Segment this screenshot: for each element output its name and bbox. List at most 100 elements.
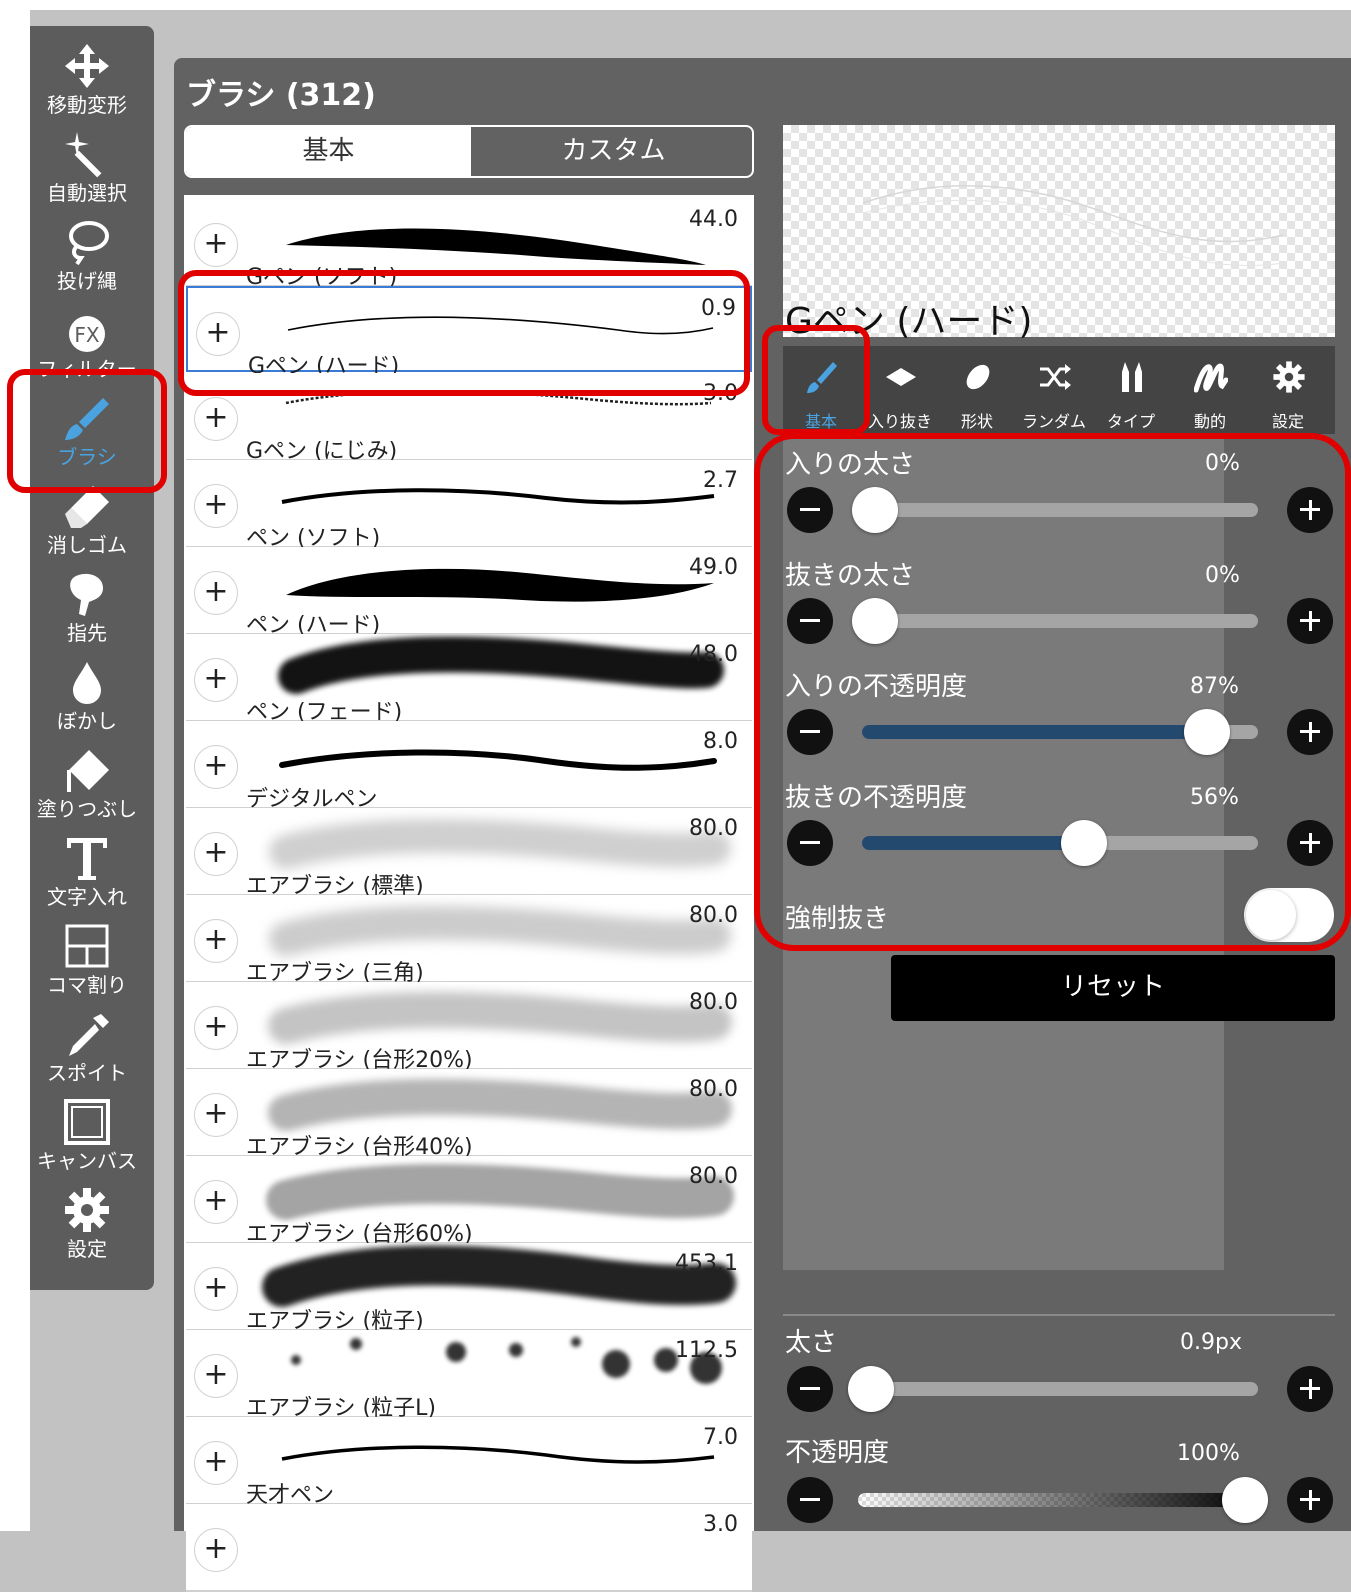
tab-shape[interactable]: 形状 [942,346,1012,434]
opacity-slider-knob[interactable] [1222,1477,1268,1523]
add-brush-button[interactable]: + [194,1180,238,1224]
size-slider-track[interactable] [848,1366,1258,1412]
brush-row[interactable]: +3.0 [186,1504,752,1592]
brush-size: 48.0 [689,642,738,667]
brush-row[interactable]: +80.0 エアブラシ (標準) [186,808,752,899]
add-brush-button[interactable]: + [194,1528,238,1572]
opacity-slider-track[interactable] [858,1477,1268,1523]
brush-row[interactable]: +48.0 ペン (フェード) [186,634,752,725]
add-brush-button[interactable]: + [194,745,238,789]
add-brush-button[interactable]: + [194,919,238,963]
tool-lasso[interactable]: 投げ縄 [30,216,144,304]
tool-label: 移動変形 [47,93,127,117]
tool-blur[interactable]: ぼかし [30,656,144,744]
left-margin [0,0,30,1531]
panel-title: ブラシ (312) [186,78,376,113]
brush-size: 8.0 [703,729,738,754]
brush-row[interactable]: +2.7 ペン (ソフト) [186,460,752,551]
taper-icon [886,368,916,386]
type-icon [1122,362,1142,392]
add-brush-button[interactable]: + [194,1441,238,1485]
tool-fill[interactable]: 塗りつぶし [30,744,144,832]
tab-label: 設定 [1271,412,1304,431]
tool-frame-divider[interactable]: コマ割り [30,920,144,1008]
add-brush-button[interactable]: + [194,571,238,615]
frame-divider-icon [65,924,109,968]
size-decrease-button[interactable] [787,1366,833,1412]
brush-size: 80.0 [689,903,738,928]
segment-basic[interactable]: 基本 [186,127,471,176]
tab-random[interactable]: ランダム [1019,346,1089,434]
tool-label: 投げ縄 [57,269,117,293]
brush-size: 80.0 [689,990,738,1015]
tab-type[interactable]: タイプ [1096,346,1166,434]
brush-row[interactable]: +453.1 エアブラシ (粒子) [186,1243,752,1334]
highlight-brush-tool [7,369,167,493]
tool-label: 消しゴム [47,533,127,557]
add-brush-button[interactable]: + [194,1354,238,1398]
add-brush-button[interactable]: + [194,397,238,441]
tab-settings[interactable]: 設定 [1253,346,1323,434]
add-brush-button[interactable]: + [194,832,238,876]
brush-size: 112.5 [675,1338,738,1363]
tool-auto-select[interactable]: 自動選択 [30,128,144,216]
tab-dynamics[interactable]: 動的 [1175,346,1245,434]
opacity-label: 不透明度 [785,1438,890,1468]
tool-label: 文字入れ [47,885,127,909]
size-label: 太さ [785,1328,838,1358]
brush-row[interactable]: +8.0 デジタルペン [186,721,752,812]
size-slider-knob[interactable] [848,1366,894,1412]
brush-stroke-preview [186,1504,752,1590]
brush-size: 7.0 [703,1425,738,1450]
opacity-increase-button[interactable] [1287,1477,1333,1523]
brush-row[interactable]: +112.5 エアブラシ (粒子L) [186,1330,752,1421]
divider [783,1314,1335,1316]
opacity-value: 100% [1177,1441,1240,1466]
smudge-finger-icon [70,573,103,616]
shape-icon [966,364,990,390]
brush-row[interactable]: +49.0 ペン (ハード) [186,547,752,638]
shuffle-icon [1040,364,1071,390]
add-brush-button[interactable]: + [194,1267,238,1311]
size-increase-button[interactable] [1287,1366,1333,1412]
tool-canvas[interactable]: キャンバス [30,1096,144,1184]
reset-button[interactable]: リセット [891,955,1335,1021]
brush-row[interactable]: +80.0 エアブラシ (三角) [186,895,752,986]
top-margin [0,0,1351,10]
brush-row[interactable]: +80.0 エアブラシ (台形20%) [186,982,752,1073]
add-brush-button[interactable]: + [194,1006,238,1050]
tool-move[interactable]: 移動変形 [30,40,144,128]
highlight-basic-tab [762,325,870,435]
add-brush-button[interactable]: + [194,658,238,702]
fill-bucket-icon [67,750,109,792]
tool-label: 設定 [67,1237,107,1261]
brush-category-segment: 基本 カスタム [184,125,754,178]
brush-size: 80.0 [689,816,738,841]
opacity-decrease-button[interactable] [787,1477,833,1523]
brush-row[interactable]: +80.0 エアブラシ (台形60%) [186,1156,752,1247]
lasso-icon [69,221,109,266]
tool-label: 自動選択 [47,181,127,205]
tool-eyedropper[interactable]: スポイト [30,1008,144,1096]
gear-icon [65,1188,109,1232]
highlight-settings [754,433,1351,951]
tool-label: 指先 [67,621,107,645]
tab-taper[interactable]: 入り抜き [865,346,935,434]
svg-text:FX: FX [74,323,100,347]
brush-row[interactable]: +7.0 天才ペン [186,1417,752,1508]
brush-row[interactable]: +80.0 エアブラシ (台形40%) [186,1069,752,1160]
tool-eraser[interactable]: 消しゴム [30,480,144,568]
tool-smudge[interactable]: 指先 [30,568,144,656]
add-brush-button[interactable]: + [194,1093,238,1137]
tool-settings[interactable]: 設定 [30,1184,144,1272]
tab-label: 動的 [1193,412,1226,431]
tool-text[interactable]: 文字入れ [30,832,144,920]
add-brush-button[interactable]: + [194,223,238,267]
add-brush-button[interactable]: + [194,484,238,528]
brush-size: 80.0 [689,1164,738,1189]
brush-size: 80.0 [689,1077,738,1102]
gear-icon [1273,361,1305,393]
size-value: 0.9px [1180,1330,1242,1355]
canvas-icon [64,1099,110,1145]
segment-custom[interactable]: カスタム [471,127,752,176]
